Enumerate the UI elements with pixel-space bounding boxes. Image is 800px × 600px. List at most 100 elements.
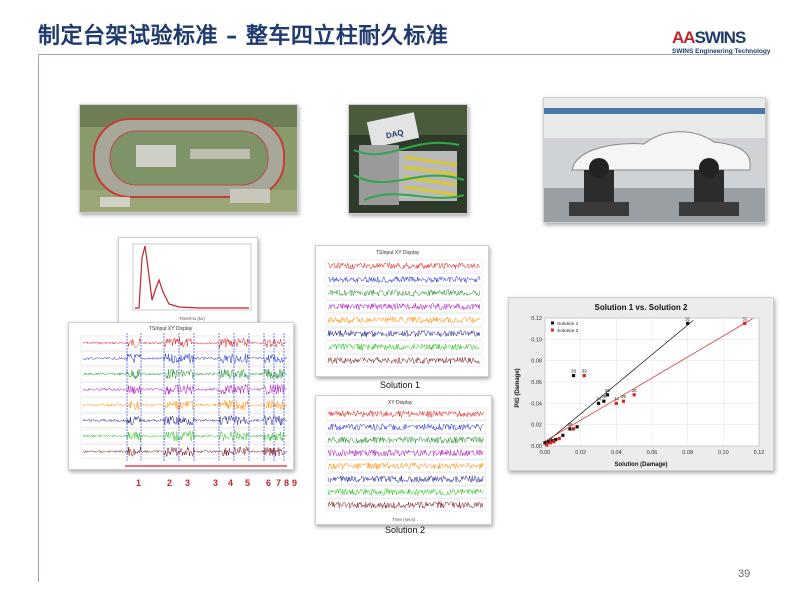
- point-label: 31: [742, 316, 748, 321]
- solution2-xlabel: Time (secs): [392, 517, 416, 522]
- solution2-title: XY Display: [388, 400, 413, 406]
- tsinput-svg: TSInput XY Display: [80, 326, 290, 467]
- left-divider: [38, 55, 39, 582]
- ts-trace: [82, 414, 287, 426]
- solution1-title: TSInput XY Display: [376, 250, 420, 256]
- ts-trace: [82, 430, 287, 442]
- s1-trace: [327, 275, 481, 284]
- y-tick-label: 0.04: [531, 401, 542, 407]
- solution2-display: XY Display Time (secs): [315, 395, 492, 525]
- segment-number: 4: [228, 478, 234, 488]
- segment-number: 3: [213, 478, 219, 488]
- data-point: [602, 399, 606, 403]
- solution2-caption: Solution 2: [384, 525, 426, 535]
- s1-trace: [327, 329, 481, 338]
- scatter-svg: Solution 1 vs. Solution 2 Solution (Dama…: [515, 303, 765, 468]
- segment-number: 5: [245, 478, 251, 488]
- point-label: 35: [605, 388, 611, 393]
- data-point: [743, 321, 747, 325]
- rig-photo-art: [544, 98, 765, 222]
- solution2-svg: XY Display Time (secs): [325, 400, 487, 522]
- data-point: [632, 393, 636, 397]
- point-label: 39: [582, 369, 588, 374]
- x-tick-label: 0.12: [754, 450, 765, 456]
- x-tick-label: 0.06: [647, 450, 658, 456]
- ts-track-frame: [80, 397, 290, 413]
- data-point: [552, 440, 556, 444]
- ts-track-frame: [80, 428, 290, 444]
- data-point: [557, 436, 561, 441]
- x-tick-label: 0.02: [575, 450, 586, 456]
- s2-trace: [327, 422, 484, 432]
- data-point: [545, 443, 549, 447]
- data-point: [568, 427, 572, 431]
- ts-trace: [82, 337, 287, 349]
- data-point: [596, 401, 601, 405]
- point-label: 35: [621, 394, 627, 399]
- data-point: [548, 441, 552, 445]
- y-tick-label: 0.10: [531, 337, 542, 343]
- s1-trace: [327, 289, 481, 298]
- logo-mark-b: SWINS: [694, 28, 747, 47]
- data-point: [561, 433, 565, 437]
- data-point: [686, 321, 690, 325]
- legend-marker: [551, 321, 554, 325]
- data-point: [614, 401, 618, 405]
- segment-number: 6: [266, 478, 272, 488]
- x-tick-label: 0.08: [682, 450, 693, 456]
- daq-photo: DAQ: [348, 104, 468, 214]
- segment-number: 2: [167, 478, 173, 488]
- s1-trace: [327, 302, 481, 311]
- s1-trace: [327, 356, 481, 365]
- segment-number: 9: [292, 478, 298, 488]
- legend-label: Solution 2: [557, 328, 579, 334]
- histogram-plot: Time/ms (kx): [118, 237, 258, 325]
- s2-trace: [327, 474, 484, 484]
- daq-photo-art: DAQ: [349, 105, 467, 213]
- segment-number: 3: [185, 478, 191, 488]
- data-point: [621, 399, 626, 403]
- s2-trace: [327, 448, 484, 458]
- s1-trace: [327, 316, 481, 325]
- logo-wordmark: AASWINS: [672, 28, 747, 48]
- y-tick-label: 0.02: [531, 423, 542, 429]
- scatter-ylabel: PiG (Damage): [515, 368, 521, 407]
- s2-trace: [327, 461, 484, 471]
- data-point: [575, 425, 579, 429]
- point-label: 39: [571, 369, 577, 374]
- data-point: [605, 393, 610, 397]
- s1-trace: [327, 261, 481, 270]
- logo-subtitle: SWINS Engineering Technology: [672, 48, 771, 55]
- s2-trace: [327, 488, 484, 496]
- page-title: 制定台架试验标准 – 整车四立柱耐久标准: [38, 24, 449, 49]
- x-tick-label: 0.10: [718, 450, 729, 456]
- x-tick-label: 0.04: [611, 450, 622, 456]
- point-label: 34: [614, 396, 620, 401]
- legend-label: Solution 1: [557, 321, 579, 327]
- tsinput-title: TSInput XY Display: [149, 326, 193, 332]
- segment-number: 1: [136, 478, 142, 488]
- s1-track-frame: [325, 354, 483, 367]
- ts-trace: [82, 383, 287, 396]
- y-tick-label: 0.06: [531, 380, 542, 386]
- s2-trace: [327, 500, 484, 510]
- data-point: [571, 427, 576, 431]
- legend-marker: [551, 328, 554, 332]
- y-tick-label: 0.00: [531, 444, 542, 450]
- solution1-svg: TSInput XY Display: [325, 250, 483, 367]
- data-point: [571, 374, 576, 378]
- ts-trace: [82, 446, 287, 457]
- point-label: 31: [685, 316, 691, 321]
- histogram-xlabel: Time/ms (kx): [179, 316, 205, 321]
- solution1-caption: Solution 1: [379, 380, 421, 390]
- s2-trace: [327, 409, 484, 418]
- y-tick-label: 0.12: [531, 316, 542, 322]
- track-photo: [79, 104, 298, 213]
- point-label: 35: [632, 388, 638, 393]
- segment-number: 7: [276, 478, 282, 488]
- segment-number: 8: [284, 478, 290, 488]
- ts-trace: [82, 399, 287, 411]
- scatter-title: Solution 1 vs. Solution 2: [595, 303, 688, 312]
- scatter-xlabel: Solution (Damage): [614, 462, 667, 468]
- y-tick-label: 0.08: [531, 359, 542, 365]
